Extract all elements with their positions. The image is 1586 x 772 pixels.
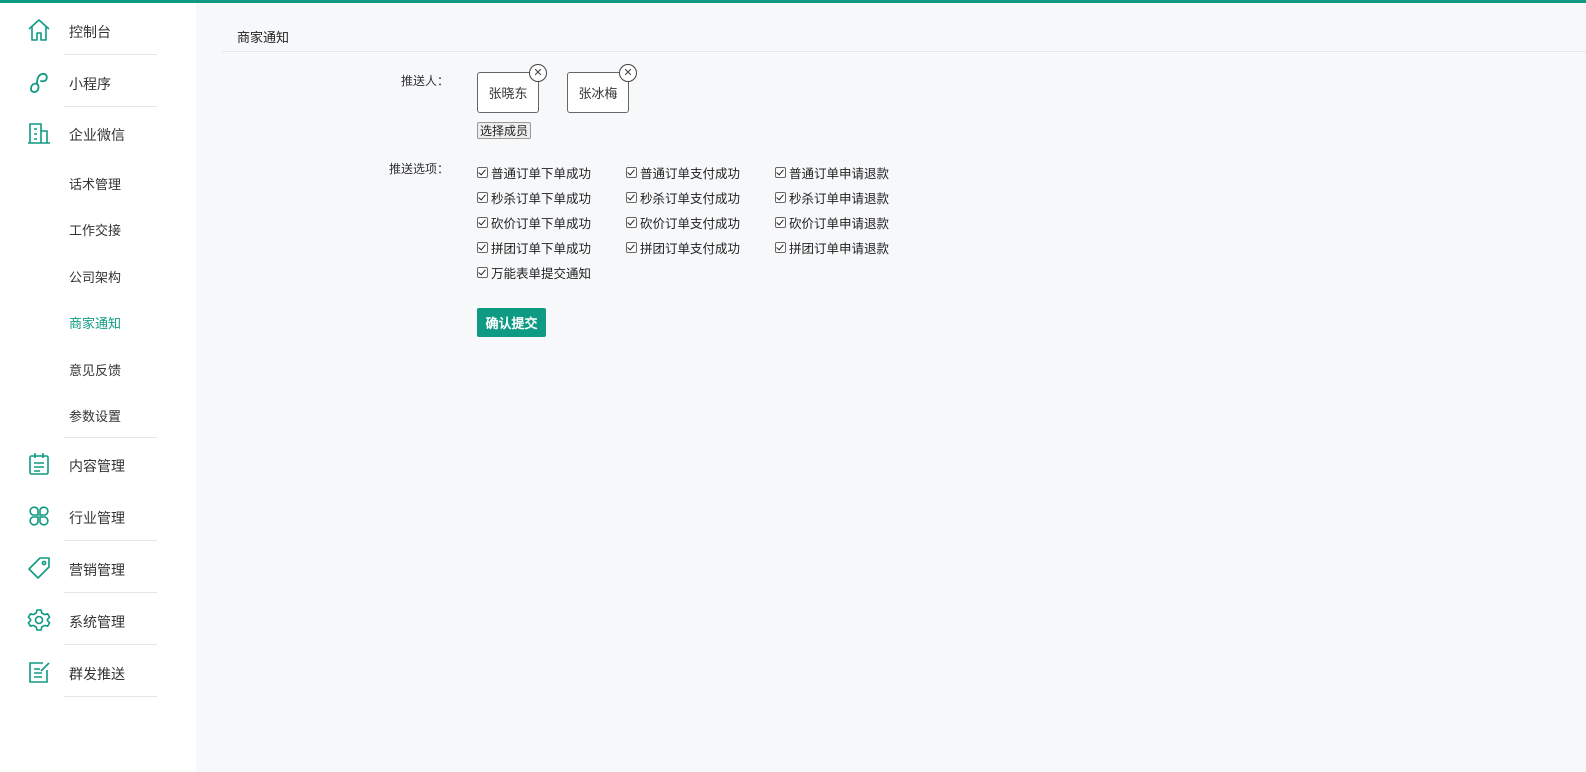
sidebar-item-label: 系统管理: [69, 615, 125, 631]
sidebar-subitem-scripts[interactable]: 话术管理: [69, 174, 121, 193]
checkbox-checked-icon[interactable]: [477, 192, 488, 203]
sidebar-item-dashboard[interactable]: 控制台: [0, 5, 196, 55]
option-checkbox[interactable]: 普通订单下单成功: [477, 163, 591, 182]
sidebar-item-miniprogram[interactable]: 小程序: [0, 57, 196, 107]
option-checkbox[interactable]: 普通订单支付成功: [626, 163, 740, 182]
option-checkbox[interactable]: 秒杀订单下单成功: [477, 188, 591, 207]
sidebar-item-content[interactable]: 内容管理: [0, 439, 196, 489]
member-tag: 张晓东 ✕: [477, 64, 547, 113]
option-checkbox[interactable]: 秒杀订单申请退款: [775, 188, 889, 207]
option-checkbox[interactable]: 秒杀订单支付成功: [626, 188, 740, 207]
sidebar-divider: [64, 644, 157, 645]
option-label: 拼团订单下单成功: [491, 241, 592, 256]
sidebar-item-system[interactable]: 系统管理: [0, 595, 196, 645]
option-label: 秒杀订单支付成功: [640, 191, 741, 206]
sidebar-divider: [64, 437, 157, 438]
sidebar-item-label: 小程序: [69, 77, 111, 93]
sidebar-item-label: 控制台: [69, 25, 111, 41]
sidebar-item-label: 群发推送: [69, 667, 125, 683]
gear-icon: [26, 607, 52, 633]
sidebar-item-label: 行业管理: [69, 511, 125, 527]
option-label: 砍价订单支付成功: [640, 216, 741, 231]
remove-member-icon[interactable]: ✕: [619, 64, 637, 82]
option-label: 砍价订单申请退款: [789, 216, 890, 231]
push-person-label: 推送人：: [400, 74, 449, 88]
option-label: 普通订单支付成功: [640, 166, 741, 181]
sidebar-divider: [64, 696, 157, 697]
page-title: 商家通知: [237, 31, 290, 46]
option-checkbox[interactable]: 拼团订单下单成功: [477, 238, 591, 257]
sidebar-item-label: 营销管理: [69, 563, 125, 579]
sidebar-item-industry[interactable]: 行业管理: [0, 491, 196, 541]
option-label: 秒杀订单申请退款: [789, 191, 890, 206]
member-name: 张冰梅: [578, 87, 618, 102]
sidebar-divider: [64, 54, 157, 55]
sidebar-subitem-settings[interactable]: 参数设置: [69, 406, 121, 425]
sidebar-item-label: 企业微信: [69, 128, 125, 144]
select-members-button[interactable]: 选择成员: [477, 122, 532, 139]
push-options-label: 推送选项：: [388, 162, 449, 176]
checkbox-checked-icon[interactable]: [775, 167, 786, 178]
sidebar: 控制台 小程序 企业微信 话术管理 工作交接 公司架构 商家通知 意见反馈 参数…: [0, 3, 196, 772]
sidebar-subitem-feedback[interactable]: 意见反馈: [69, 360, 121, 379]
sidebar-subitem-org[interactable]: 公司架构: [69, 267, 121, 286]
member-tag: 张冰梅 ✕: [567, 64, 637, 113]
option-checkbox[interactable]: 砍价订单申请退款: [775, 213, 889, 232]
checkbox-checked-icon[interactable]: [626, 217, 637, 228]
option-label: 拼团订单申请退款: [789, 241, 890, 256]
option-checkbox[interactable]: 拼团订单支付成功: [626, 238, 740, 257]
option-label: 万能表单提交通知: [491, 266, 592, 281]
main-content: 商家通知 推送人： 张晓东 ✕ 张冰梅 ✕ 选择成员 推送选项： 普通订单下单成…: [196, 3, 1586, 772]
building-icon: [26, 120, 52, 146]
checkbox-checked-icon[interactable]: [626, 242, 637, 253]
option-checkbox[interactable]: 拼团订单申请退款: [775, 238, 889, 257]
option-label: 秒杀订单下单成功: [491, 191, 592, 206]
title-divider: [222, 51, 1586, 52]
option-checkbox[interactable]: 砍价订单支付成功: [626, 213, 740, 232]
option-label: 普通订单下单成功: [491, 166, 592, 181]
edit-list-icon: [26, 659, 52, 685]
option-label: 砍价订单下单成功: [491, 216, 592, 231]
checkbox-checked-icon[interactable]: [477, 242, 488, 253]
miniprogram-icon: [26, 69, 52, 95]
checkbox-checked-icon[interactable]: [775, 217, 786, 228]
option-checkbox[interactable]: 砍价订单下单成功: [477, 213, 591, 232]
checkbox-checked-icon[interactable]: [477, 217, 488, 228]
home-icon: [26, 17, 52, 43]
grid-icon: [26, 503, 52, 529]
sidebar-item-broadcast[interactable]: 群发推送: [0, 647, 196, 697]
sidebar-item-wecom[interactable]: 企业微信: [0, 108, 196, 158]
submit-button[interactable]: 确认提交: [477, 308, 546, 337]
remove-member-icon[interactable]: ✕: [529, 64, 547, 82]
checkbox-checked-icon[interactable]: [626, 192, 637, 203]
option-label: 拼团订单支付成功: [640, 241, 741, 256]
checkbox-checked-icon[interactable]: [626, 167, 637, 178]
calendar-list-icon: [26, 451, 52, 477]
checkbox-checked-icon[interactable]: [477, 267, 488, 278]
sidebar-item-label: 内容管理: [69, 459, 125, 475]
sidebar-divider: [64, 106, 157, 107]
checkbox-checked-icon[interactable]: [775, 242, 786, 253]
option-checkbox[interactable]: 万能表单提交通知: [477, 263, 591, 282]
sidebar-subitem-handover[interactable]: 工作交接: [69, 220, 121, 239]
tag-icon: [26, 555, 52, 581]
checkbox-checked-icon[interactable]: [775, 192, 786, 203]
sidebar-subitem-merchant-notice[interactable]: 商家通知: [69, 313, 121, 332]
member-name: 张晓东: [488, 87, 528, 102]
sidebar-item-marketing[interactable]: 营销管理: [0, 543, 196, 593]
option-checkbox[interactable]: 普通订单申请退款: [775, 163, 889, 182]
sidebar-divider: [64, 540, 157, 541]
sidebar-divider: [64, 592, 157, 593]
option-label: 普通订单申请退款: [789, 166, 890, 181]
checkbox-checked-icon[interactable]: [477, 167, 488, 178]
